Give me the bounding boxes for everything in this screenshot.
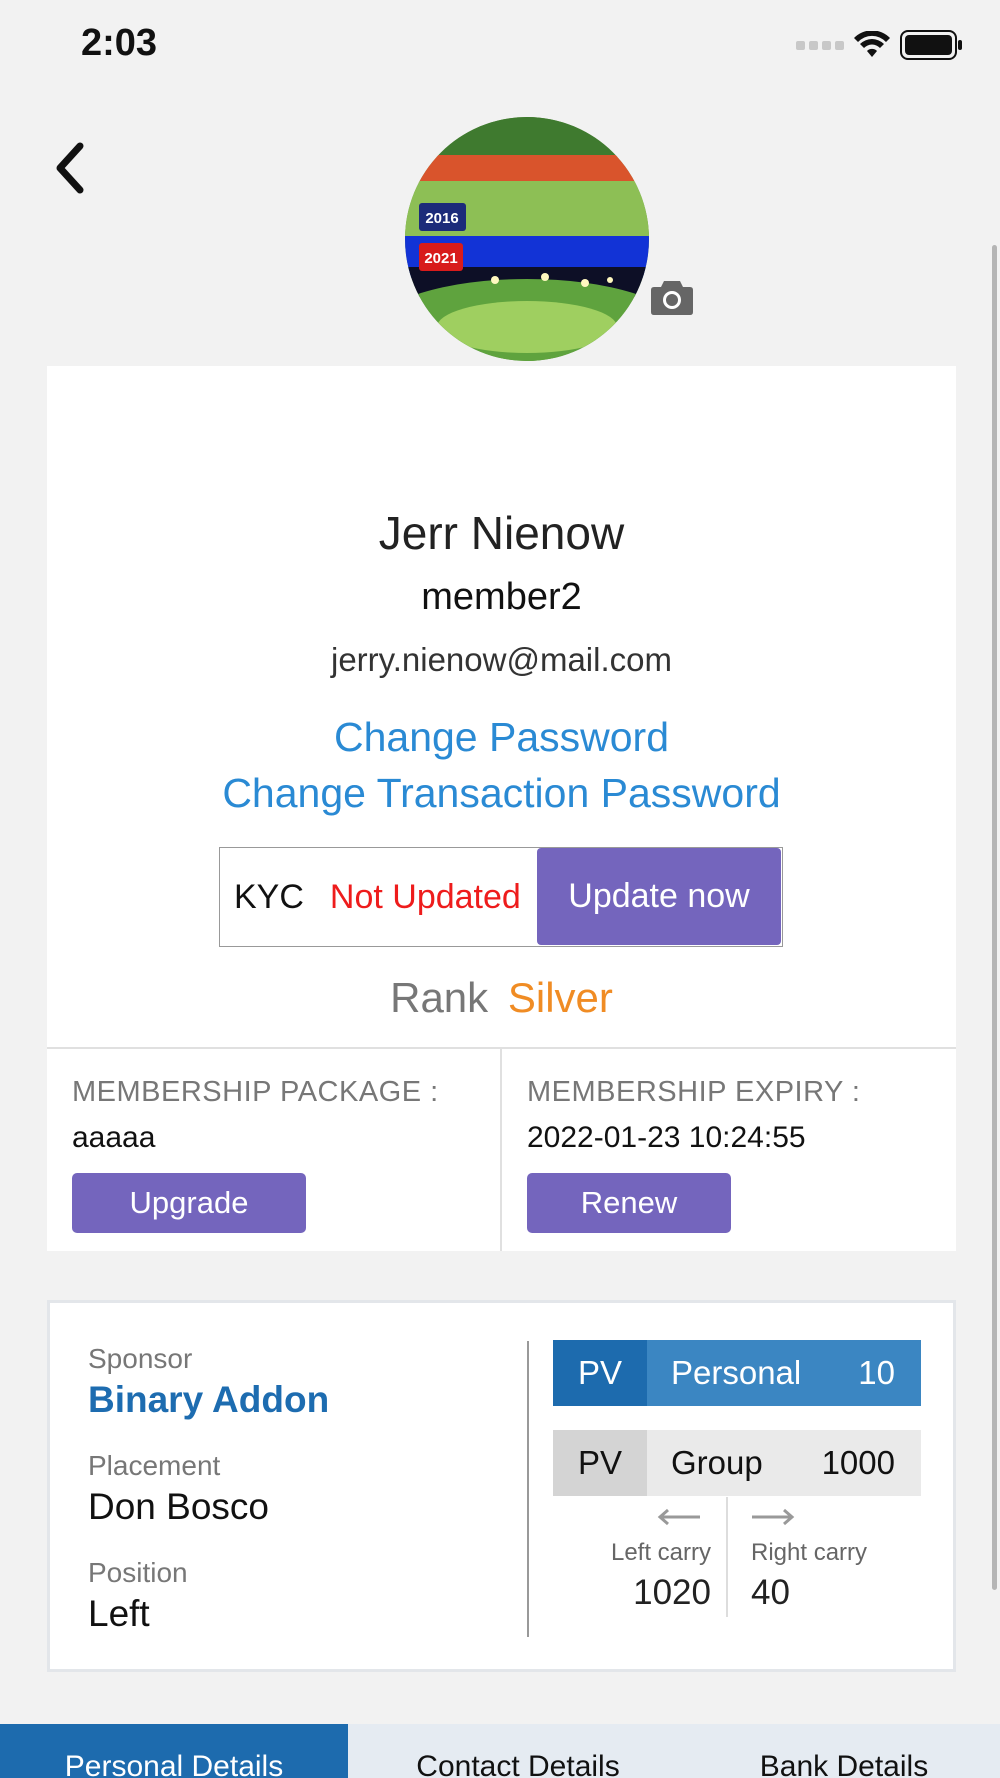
divider [527, 1341, 529, 1637]
scrollbar[interactable] [992, 245, 997, 1590]
status-icons [796, 30, 964, 60]
pv-tag: PV [553, 1340, 647, 1406]
pv-personal-label: Personal [671, 1354, 802, 1391]
camera-icon [651, 281, 693, 315]
pv-tag: PV [553, 1430, 647, 1496]
membership-package-value: aaaaa [72, 1121, 156, 1154]
pv-personal-row: PV Personal 10 [553, 1340, 921, 1406]
membership-package-label: MEMBERSHIP PACKAGE : [72, 1076, 439, 1108]
tab-contact-details[interactable]: Contact Details [348, 1724, 688, 1778]
pv-group-label: Group [671, 1444, 763, 1481]
status-time: 2:03 [81, 22, 158, 64]
network-card: Sponsor Binary Addon Placement Don Bosco… [47, 1300, 956, 1672]
membership-expiry: MEMBERSHIP EXPIRY : 2022-01-23 10:24:55 … [527, 1076, 860, 1233]
divider [500, 1049, 502, 1251]
sponsor-value[interactable]: Binary Addon [88, 1379, 329, 1421]
left-carry: Left carry 1020 [594, 1539, 711, 1613]
sponsor-label: Sponsor [88, 1343, 193, 1374]
avatar-badge-2016: 2016 [425, 210, 458, 227]
chevron-left-icon [56, 142, 84, 194]
change-password-link[interactable]: Change Password [47, 714, 956, 761]
rank: Rank Silver [47, 974, 956, 1022]
avatar[interactable]: 2016 2021 [405, 117, 649, 361]
placement-field: Placement Don Bosco [88, 1450, 269, 1528]
kyc-box: KYC Not Updated Update now [219, 847, 783, 947]
profile-username: member2 [421, 576, 582, 618]
update-kyc-button[interactable]: Update now [537, 848, 781, 945]
left-carry-value: 1020 [633, 1573, 711, 1612]
left-carry-label: Left carry [610, 1539, 711, 1566]
right-carry: Right carry 40 [751, 1539, 867, 1613]
placement-value: Don Bosco [88, 1486, 269, 1527]
membership-expiry-label: MEMBERSHIP EXPIRY : [527, 1076, 861, 1108]
avatar-image: 2016 2021 [405, 117, 649, 361]
position-field: Position Left [88, 1557, 188, 1635]
details-tabs: Personal Details Contact Details Bank De… [0, 1724, 1000, 1778]
rank-value: Silver [507, 974, 613, 1021]
membership-expiry-value: 2022-01-23 10:24:55 [527, 1121, 806, 1154]
tab-personal-details[interactable]: Personal Details [0, 1724, 348, 1778]
signal-icon [796, 40, 844, 50]
placement-label: Placement [88, 1450, 221, 1481]
renew-button[interactable]: Renew [527, 1173, 731, 1233]
position-label: Position [88, 1557, 188, 1588]
back-button[interactable] [50, 140, 96, 196]
change-transaction-password-link[interactable]: Change Transaction Password [47, 770, 956, 817]
upgrade-button[interactable]: Upgrade [72, 1173, 306, 1233]
profile-card: Jerr Nienow member2 jerry.nienow@mail.co… [47, 366, 956, 1251]
sponsor-field: Sponsor Binary Addon [88, 1343, 329, 1421]
profile-name: Jerr Nienow [378, 507, 625, 559]
tab-bank-details[interactable]: Bank Details [688, 1724, 1000, 1778]
pv-group-row: PV Group 1000 [553, 1430, 921, 1496]
right-carry-value: 40 [751, 1573, 790, 1612]
kyc-label: KYC [234, 877, 304, 916]
battery-icon [900, 30, 962, 60]
arrow-right-icon [752, 1508, 795, 1526]
right-carry-label: Right carry [751, 1539, 868, 1566]
membership-package: MEMBERSHIP PACKAGE : aaaaa Upgrade [72, 1076, 439, 1233]
divider [726, 1497, 728, 1617]
wifi-icon [854, 31, 890, 57]
kyc-status: Not Updated [329, 877, 521, 916]
profile-email: jerry.nienow@mail.com [331, 641, 672, 678]
arrow-left-icon [657, 1508, 700, 1526]
change-photo-button[interactable] [650, 278, 694, 316]
avatar-badge-2021: 2021 [424, 250, 457, 267]
pv-group-value: 1000 [821, 1444, 895, 1481]
rank-label: Rank [390, 974, 489, 1021]
status-bar: 2:03 [0, 0, 1000, 90]
pv-personal-value: 10 [858, 1354, 895, 1391]
position-value: Left [88, 1593, 150, 1634]
